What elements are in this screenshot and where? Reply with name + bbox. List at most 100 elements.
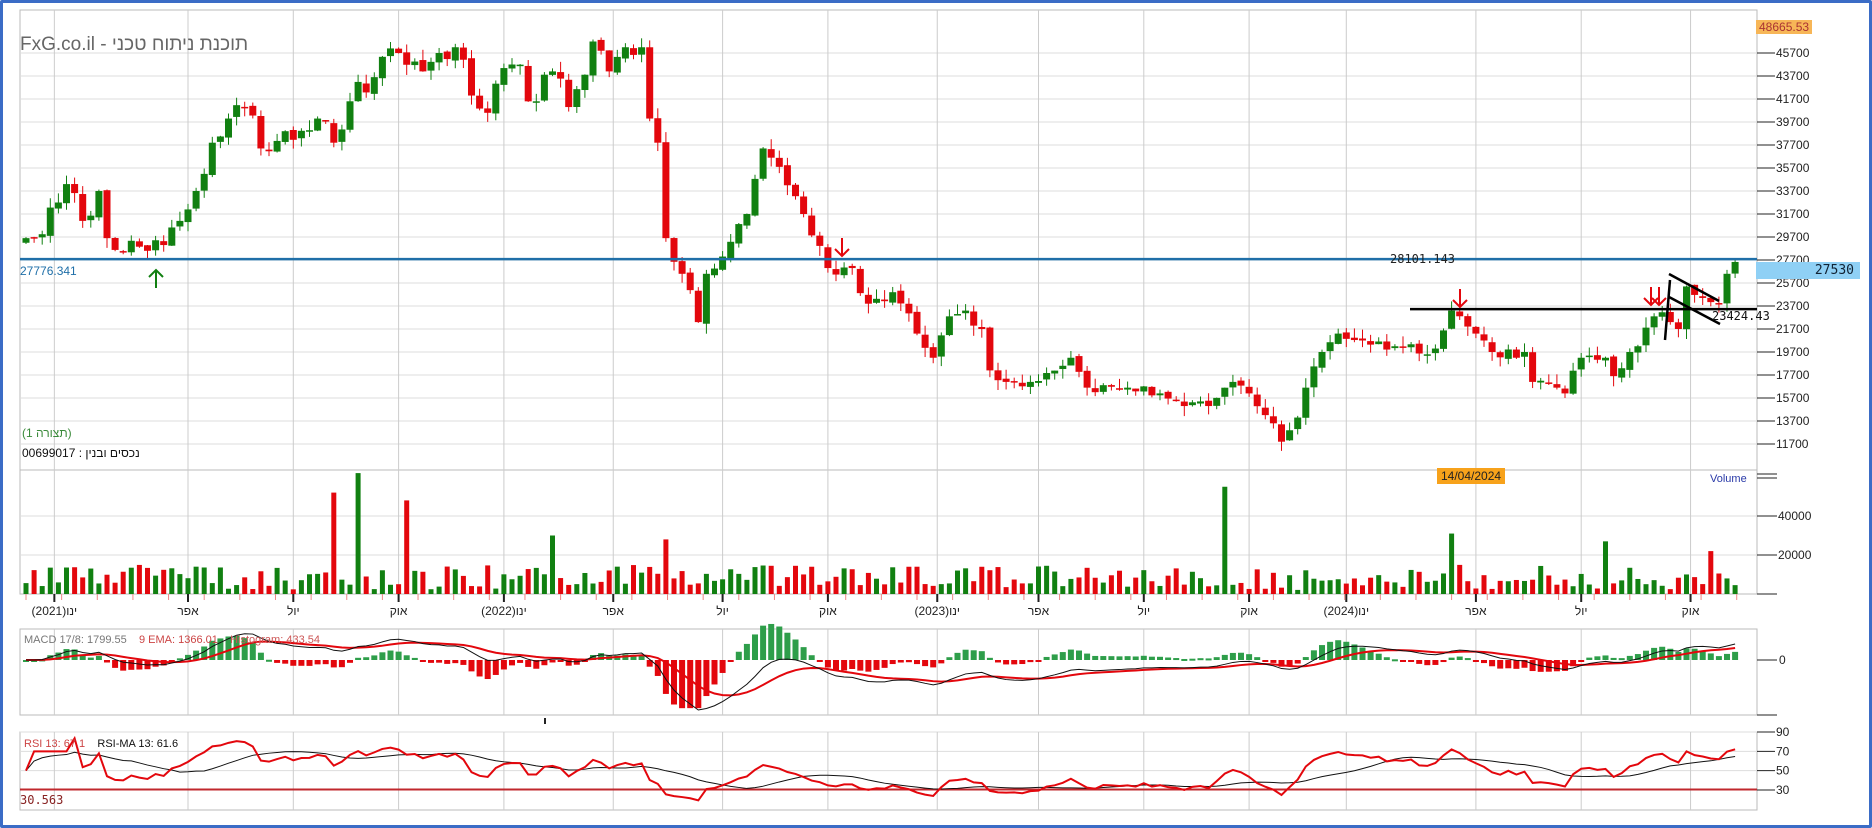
volume-bar [323, 572, 329, 594]
volume-bar [590, 583, 596, 594]
month-label: יול [1575, 604, 1588, 618]
candle-down [1610, 356, 1618, 377]
volume-bar [1684, 574, 1689, 594]
volume-bar [1141, 570, 1147, 594]
macd-histogram-bar [1197, 658, 1204, 661]
candle-down [1237, 380, 1245, 386]
volume-bar [979, 566, 985, 594]
macd-histogram-bar [808, 655, 815, 660]
candle-down [986, 327, 994, 371]
candle-down [103, 190, 111, 239]
month-label: אפר [603, 604, 625, 618]
macd-histogram-bar [484, 660, 491, 680]
volume-bar [1708, 551, 1714, 594]
volume-bar [23, 583, 29, 594]
macd-histogram-bar [1238, 652, 1244, 660]
candle-up [1577, 357, 1585, 370]
candle-down [557, 72, 565, 79]
candle-up [95, 191, 103, 218]
candle-up [38, 234, 46, 238]
candle-up [208, 142, 216, 175]
candle-up [63, 184, 70, 204]
volume-bar [1643, 584, 1649, 594]
price-tick-label: 23700 [1776, 299, 1810, 313]
volume-bar [1586, 584, 1592, 594]
macd-histogram-bar [881, 660, 888, 668]
volume-bar [250, 589, 256, 594]
candle-up [889, 292, 897, 303]
volume-bar [1238, 582, 1244, 594]
volume-bar [1125, 586, 1131, 594]
volume-bar [849, 569, 855, 594]
macd-histogram-bar [549, 660, 556, 663]
volume-bar [185, 578, 191, 594]
volume-bar [1117, 570, 1122, 594]
candle-up [314, 118, 322, 131]
candle-up [451, 47, 459, 61]
volume-bar [841, 568, 847, 594]
volume-bar [906, 566, 912, 594]
volume-bar [793, 565, 798, 594]
macd-histogram-bar [954, 652, 961, 660]
volume-bar [525, 569, 531, 594]
volume-bar [217, 567, 223, 594]
volume-bar [412, 570, 418, 594]
macd-histogram-bar [1383, 657, 1390, 660]
candle-down [1342, 332, 1350, 339]
candle-down [1715, 303, 1723, 305]
candle-up [370, 77, 378, 94]
macd-histogram-bar [857, 660, 864, 671]
volume-bar [1692, 577, 1698, 594]
candle-down [816, 235, 824, 246]
macd-histogram-bar [1051, 654, 1058, 660]
candle-up [500, 68, 508, 85]
volume-bar [396, 584, 402, 594]
macd-histogram-bar [1586, 657, 1593, 660]
candle-down [783, 165, 791, 186]
volume-bar [622, 583, 628, 594]
chart-canvas[interactable]: 45700 43700 41700 39700 37700 35700 33700 31700… [0, 0, 1872, 828]
candle-down [1245, 386, 1253, 394]
volume-bar [890, 567, 896, 594]
candle-down [630, 48, 637, 55]
candle-up [1618, 368, 1626, 378]
candle-down [1496, 352, 1504, 358]
volume-bar [80, 577, 86, 594]
macd-histogram-bar [1529, 660, 1536, 672]
volume-bar [145, 567, 150, 594]
month-label: ינו(2023) [914, 604, 960, 618]
candle-up [1723, 273, 1731, 304]
volume-bar [1538, 565, 1544, 594]
candle-down [646, 47, 654, 119]
volume-bar [1465, 581, 1471, 594]
candle-down [978, 327, 986, 329]
volume-bar [1497, 580, 1503, 594]
candle-down [832, 269, 840, 275]
volume-bar [631, 565, 636, 594]
volume-bar [955, 570, 960, 594]
candle-down [913, 311, 921, 334]
volume-bar [687, 584, 693, 594]
volume-bar [1505, 581, 1511, 594]
month-label: אוק [1240, 604, 1258, 618]
macd-histogram-value: Histogram: 433.54 [230, 634, 320, 646]
macd-histogram-bar [922, 660, 929, 667]
candle-up [613, 56, 621, 73]
volume-bar [1619, 580, 1625, 594]
volume-bar [266, 585, 272, 594]
volume-bar [104, 574, 110, 594]
macd-histogram-bar [298, 660, 305, 666]
macd-histogram-bar [1189, 658, 1196, 661]
candle-down [111, 237, 119, 250]
candle-down [1148, 386, 1156, 396]
macd-histogram-bar [1513, 660, 1520, 669]
volume-bar [1019, 583, 1025, 594]
volume-bar [1384, 581, 1390, 594]
candle-down [524, 65, 532, 102]
candle-down [921, 334, 929, 348]
volume-label: Volume [1710, 473, 1747, 485]
candle-down [459, 47, 467, 60]
volume-bar [136, 564, 142, 594]
macd-histogram-bar [978, 651, 985, 660]
candle-up [127, 240, 135, 253]
